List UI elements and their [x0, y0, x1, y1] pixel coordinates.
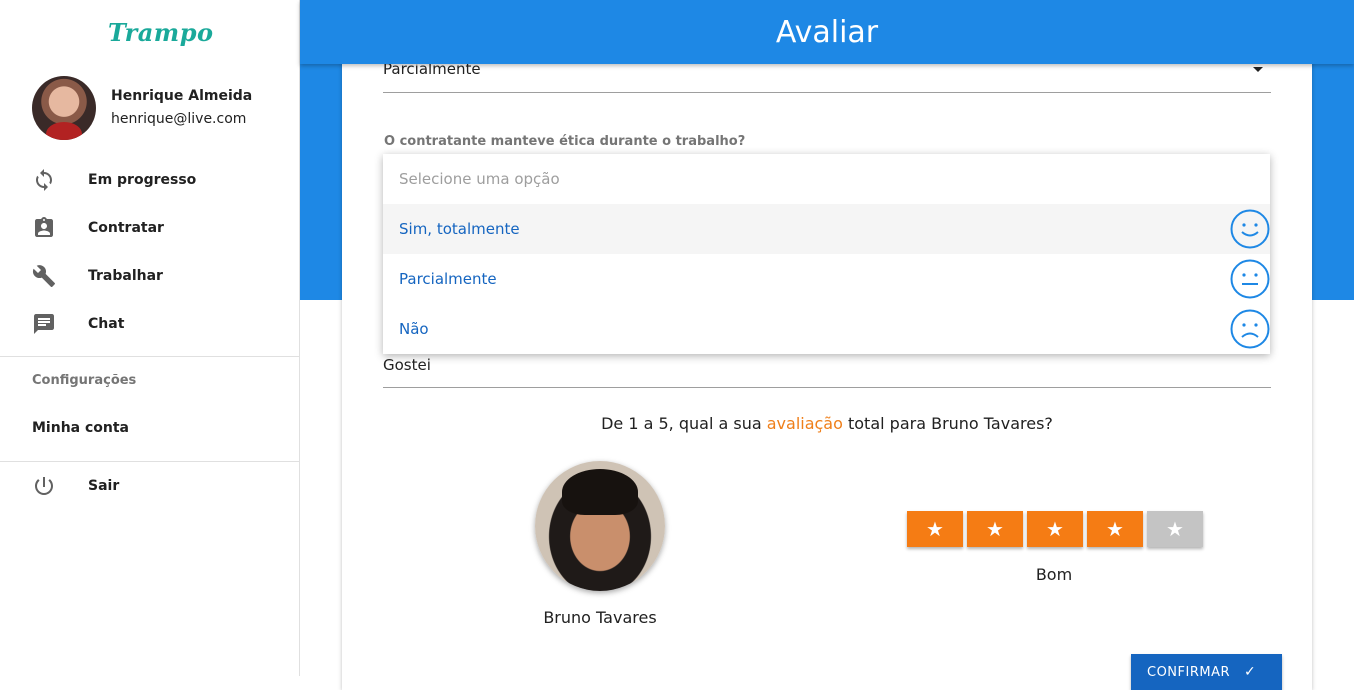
option-label: Parcialmente: [399, 270, 497, 288]
power-icon: [35, 477, 53, 495]
sad-face-icon: [1230, 309, 1270, 349]
confirm-button[interactable]: CONFIRMAR ✓: [1131, 654, 1282, 690]
sidebar-item-label: Contratar: [88, 220, 164, 236]
select-underline: [383, 92, 1271, 93]
option-nao[interactable]: Não: [383, 304, 1270, 354]
sidebar-item-em-progresso[interactable]: Em progresso: [32, 168, 196, 192]
star-button-5[interactable]: ★: [1147, 511, 1203, 547]
star-rating: ★ ★ ★ ★ ★: [907, 511, 1203, 547]
confirm-label: CONFIRMAR: [1147, 664, 1231, 680]
rating-question-prefix: De 1 a 5, qual a sua: [601, 414, 767, 433]
comment-underline: [383, 387, 1271, 388]
neutral-face-icon: [1230, 259, 1270, 299]
option-label: Não: [399, 320, 429, 338]
sidebar-item-minha-conta[interactable]: Minha conta: [32, 420, 129, 436]
rated-person-avatar: [535, 461, 665, 591]
sidebar-item-label: Trabalhar: [88, 268, 163, 284]
star-button-1[interactable]: ★: [907, 511, 963, 547]
sidebar-item-trabalhar[interactable]: Trabalhar: [32, 264, 163, 288]
ethics-question-label: O contratante manteve ética durante o tr…: [384, 134, 746, 149]
option-sim-totalmente[interactable]: Sim, totalmente: [383, 204, 1270, 254]
page-title: Avaliar: [300, 0, 1354, 64]
sidebar-item-contratar[interactable]: Contratar: [32, 216, 164, 240]
star-button-3[interactable]: ★: [1027, 511, 1083, 547]
dropdown-placeholder[interactable]: Selecione uma opção: [383, 154, 1270, 204]
user-profile: Henrique Almeida henrique@live.com: [32, 76, 252, 140]
smile-face-icon: [1230, 209, 1270, 249]
star-button-4[interactable]: ★: [1087, 511, 1143, 547]
sidebar-divider: [0, 356, 300, 357]
user-name: Henrique Almeida: [111, 88, 253, 104]
sidebar-divider: [0, 461, 300, 462]
settings-section-title: Configurações: [32, 373, 137, 388]
rating-question-highlight: avaliação: [766, 414, 843, 433]
user-avatar: [32, 76, 96, 140]
rated-person-name: Bruno Tavares: [543, 608, 657, 627]
star-button-2[interactable]: ★: [967, 511, 1023, 547]
sidebar-item-label: Sair: [88, 478, 120, 494]
sync-icon: [36, 169, 52, 191]
sidebar-item-label: Chat: [88, 316, 125, 332]
sidebar-item-chat[interactable]: Chat: [32, 312, 124, 336]
rating-word: Bom: [1035, 565, 1073, 584]
option-label: Sim, totalmente: [399, 220, 520, 238]
sidebar-item-label: Em progresso: [88, 172, 197, 188]
sidebar: Trampo Henrique Almeida henrique@live.co…: [0, 0, 300, 676]
check-icon: ✓: [1244, 664, 1257, 680]
assignment-ind-icon: [35, 217, 53, 237]
ethics-dropdown-menu: Selecione uma opção Sim, totalmente Parc…: [383, 154, 1270, 354]
sidebar-item-sair[interactable]: Sair: [32, 474, 119, 498]
rating-question: De 1 a 5, qual a sua avaliação total par…: [342, 414, 1312, 433]
chevron-down-icon[interactable]: [1253, 67, 1263, 72]
chat-icon: [34, 314, 54, 334]
comment-field[interactable]: Gostei: [383, 356, 431, 374]
rating-question-suffix: total para Bruno Tavares?: [842, 414, 1053, 433]
user-email: henrique@live.com: [111, 111, 247, 127]
wrench-icon: [32, 265, 55, 287]
app-logo[interactable]: Trampo: [108, 18, 214, 47]
rating-card: [342, 30, 1312, 690]
option-parcialmente[interactable]: Parcialmente: [383, 254, 1270, 304]
